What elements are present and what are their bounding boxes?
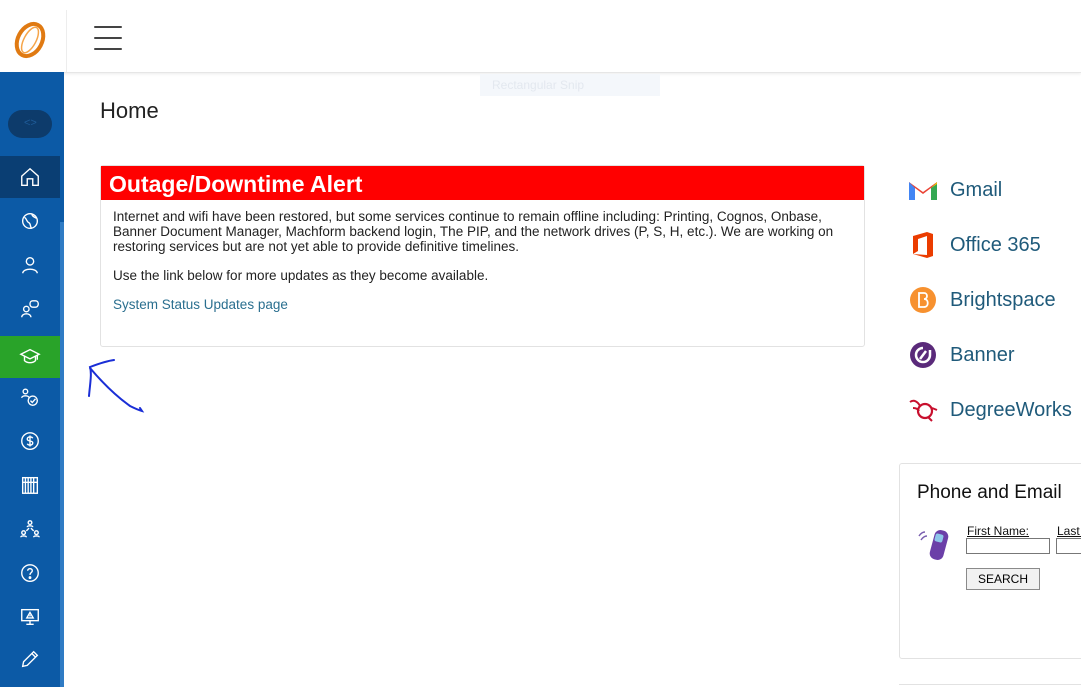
page-title: Home (100, 98, 159, 123)
sidebar-item-library[interactable] (0, 464, 60, 506)
first-name-label: First Name: (967, 524, 1030, 538)
sidebar-item-financial[interactable] (0, 420, 60, 462)
outage-alert-card: Outage/Downtime Alert Internet and wifi … (100, 165, 865, 347)
logo-divider (66, 10, 67, 72)
app-link-office-365[interactable]: Office 365 (908, 227, 1041, 263)
sidebar-item-community[interactable] (0, 508, 60, 550)
pencil-icon (21, 650, 39, 668)
top-bar (0, 0, 1081, 73)
alert-paragraph: Internet and wifi have been restored, bu… (113, 209, 834, 254)
banner-icon (908, 340, 938, 370)
cell-phone-icon (918, 530, 949, 560)
library-icon (21, 476, 39, 494)
degreeworks-icon (908, 395, 938, 425)
phone-email-card: Phone and Email First Name: Last Name: S… (899, 463, 1081, 659)
sidebar-item-academics[interactable] (0, 336, 60, 378)
sidebar-item-help[interactable] (0, 552, 60, 594)
dollar-icon (21, 432, 39, 450)
search-button[interactable]: SEARCH (966, 568, 1040, 590)
office-icon (908, 230, 938, 260)
app-link-banner[interactable]: Banner (908, 337, 1015, 373)
registration-check-icon (21, 388, 39, 406)
sidebar-item-advising[interactable] (0, 288, 60, 330)
sidebar-item-edit[interactable] (0, 638, 60, 680)
sidebar-item-registration[interactable] (0, 376, 60, 418)
graduation-cap-icon (19, 348, 41, 364)
app-label: Banner (950, 343, 1015, 366)
sidebar-item-home[interactable] (0, 156, 60, 198)
alert-title: Outage/Downtime Alert (101, 166, 864, 200)
app-label: DegreeWorks (950, 398, 1072, 421)
phone-email-title: Phone and Email (917, 482, 1062, 503)
system-status-link[interactable]: System Status Updates page (113, 297, 288, 312)
alert-body: Internet and wifi have been restored, bu… (101, 200, 864, 321)
app-link-degreeworks[interactable]: DegreeWorks (908, 392, 1072, 428)
app-label: Gmail (950, 178, 1003, 201)
last-name-field[interactable] (1056, 538, 1081, 554)
snip-tooltip: Rectangular Snip (480, 74, 660, 96)
sidebar-toggle-button[interactable]: <> (8, 110, 52, 138)
sidebar-item-it-alerts[interactable] (0, 596, 60, 638)
first-name-field[interactable] (966, 538, 1050, 554)
app-link-gmail[interactable]: Gmail (908, 172, 1002, 208)
it-alert-icon (21, 608, 39, 626)
next-card-edge (899, 684, 1081, 695)
gmail-icon (908, 175, 938, 205)
app-label: Brightspace (950, 288, 1056, 311)
community-icon (20, 520, 40, 538)
advisor-chat-icon (21, 300, 39, 318)
person-icon (21, 256, 39, 274)
sidebar-scrollbar[interactable] (60, 222, 64, 687)
app-link-brightspace[interactable]: Brightspace (908, 282, 1056, 318)
help-icon (21, 564, 39, 582)
sidebar-item-profile[interactable] (0, 244, 60, 286)
chevron-icon: <> (24, 117, 37, 129)
sidebar: <> (0, 72, 64, 687)
brightspace-icon (908, 285, 938, 315)
school-logo-icon[interactable] (8, 18, 50, 62)
alert-paragraph: Use the link below for more updates as t… (113, 268, 489, 283)
globe-icon (21, 212, 39, 230)
hamburger-icon[interactable] (94, 26, 122, 50)
arrow-annotation-icon (88, 359, 145, 413)
home-icon (21, 167, 39, 186)
app-label: Office 365 (950, 233, 1041, 256)
sidebar-item-globe[interactable] (0, 200, 60, 242)
last-name-label: Last Name: (1057, 524, 1081, 538)
